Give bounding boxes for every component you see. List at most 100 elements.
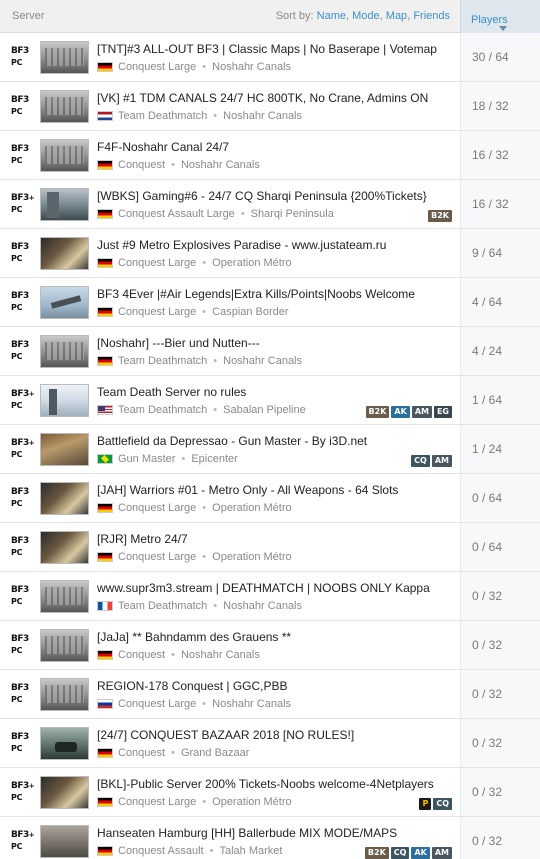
server-name[interactable]: [BKL]-Public Server 200% Tickets-Noobs w… xyxy=(97,777,447,792)
server-name[interactable]: Team Death Server no rules xyxy=(97,385,447,400)
map-thumbnail xyxy=(40,481,89,515)
game-mode: Conquest xyxy=(118,159,166,171)
server-row[interactable]: BF3+ PC Battlefield da Depressao - Gun M… xyxy=(0,425,540,474)
server-tag-badge: AK xyxy=(411,847,430,859)
server-row[interactable]: BF3 PC [Noshahr] ---Bier und Nutten--- T… xyxy=(0,327,540,376)
sort-by-friends-link[interactable]: Friends xyxy=(413,10,450,22)
server-tag-badge: AM xyxy=(411,406,432,418)
separator-dot: • xyxy=(202,502,207,514)
server-row[interactable]: BF3+ PC [WBKS] Gaming#6 - 24/7 CQ Sharqi… xyxy=(0,180,540,229)
country-flag-icon xyxy=(97,797,113,807)
bf3-pc-icon: BF3 PC xyxy=(11,681,29,707)
map-name: Caspian Border xyxy=(212,306,289,318)
server-name[interactable]: [WBKS] Gaming#6 - 24/7 CQ Sharqi Peninsu… xyxy=(97,189,447,204)
player-count: 0 / 32 xyxy=(460,719,540,767)
map-name: Sabalan Pipeline xyxy=(223,404,306,416)
country-flag-icon xyxy=(97,258,113,268)
server-name[interactable]: www.supr3m3.stream | DEATHMATCH | NOOBS … xyxy=(97,581,447,596)
game-label: BF3+ xyxy=(11,781,35,791)
server-name[interactable]: F4F-Noshahr Canal 24/7 xyxy=(97,140,447,155)
server-name[interactable]: [24/7] CONQUEST BAZAAR 2018 [NO RULES!] xyxy=(97,728,447,743)
map-name: Noshahr Canals xyxy=(223,110,302,122)
game-mode: Conquest Assault xyxy=(118,845,204,857)
bf3-pc-icon: BF3 PC xyxy=(11,338,29,364)
separator-dot: • xyxy=(209,845,214,857)
server-row[interactable]: BF3 PC REGION-178 Conquest | GGC,PBB Con… xyxy=(0,670,540,719)
server-info: REGION-178 Conquest | GGC,PBB Conquest L… xyxy=(97,678,460,710)
game-mode: Conquest Large xyxy=(118,306,197,318)
server-row[interactable]: BF3+ PC [BKL]-Public Server 200% Tickets… xyxy=(0,768,540,817)
server-list: BF3 PC [TNT]#3 ALL-OUT BF3 | Classic Map… xyxy=(0,33,540,859)
platform-label: PC xyxy=(11,646,23,655)
server-name[interactable]: [JaJa] ** Bahndamm des Grauens ** xyxy=(97,630,447,645)
platform-label: PC xyxy=(11,107,23,116)
server-row[interactable]: BF3 PC [TNT]#3 ALL-OUT BF3 | Classic Map… xyxy=(0,33,540,82)
server-name[interactable]: Hanseaten Hamburg [HH] Ballerbude MIX MO… xyxy=(97,826,447,841)
map-thumbnail xyxy=(40,726,89,760)
platform-label: PC xyxy=(11,205,23,214)
map-name: Operation Métro xyxy=(212,257,292,269)
server-tags: B2K CQ AK AM xyxy=(364,847,452,859)
server-meta: Conquest Large • Noshahr Canals xyxy=(97,61,460,73)
bf3-pc-icon: BF3 PC xyxy=(11,485,29,511)
game-label: BF3+ xyxy=(11,389,35,399)
server-meta: Conquest Large • Noshahr Canals xyxy=(97,698,460,710)
premium-plus-icon: + xyxy=(28,831,35,839)
server-name[interactable]: [Noshahr] ---Bier und Nutten--- xyxy=(97,336,447,351)
sort-by-mode-link[interactable]: Mode xyxy=(352,10,380,22)
server-info: [BKL]-Public Server 200% Tickets-Noobs w… xyxy=(97,776,460,808)
premium-plus-icon: + xyxy=(28,194,35,202)
game-label: BF3 xyxy=(11,291,29,301)
sort-by-map-link[interactable]: Map xyxy=(386,10,407,22)
server-name[interactable]: [RJR] Metro 24/7 xyxy=(97,532,447,547)
map-name: Noshahr Canals xyxy=(223,600,302,612)
country-flag-icon xyxy=(97,552,113,562)
server-row[interactable]: BF3 PC [VK] #1 TDM CANALS 24/7 HC 800TK,… xyxy=(0,82,540,131)
server-row[interactable]: BF3 PC [24/7] CONQUEST BAZAAR 2018 [NO R… xyxy=(0,719,540,768)
sort-descending-icon xyxy=(499,25,507,31)
game-label: BF3 xyxy=(11,340,29,350)
server-name[interactable]: [JAH] Warriors #01 - Metro Only - All We… xyxy=(97,483,447,498)
platform-badge: BF3+ PC xyxy=(0,779,40,805)
bf3-pc-icon: BF3+ PC xyxy=(11,779,35,805)
server-row[interactable]: BF3 PC BF3 4Ever |#Air Legends|Extra Kil… xyxy=(0,278,540,327)
server-row[interactable]: BF3 PC Just #9 Metro Explosives Paradise… xyxy=(0,229,540,278)
map-name: Noshahr Canals xyxy=(212,698,292,710)
game-label: BF3 xyxy=(11,487,29,497)
bf3-pc-icon: BF3+ PC xyxy=(11,828,35,854)
map-thumbnail xyxy=(40,40,89,74)
server-meta: Conquest Large • Operation Métro xyxy=(97,796,460,808)
game-label: BF3 xyxy=(11,634,29,644)
server-name[interactable]: Just #9 Metro Explosives Paradise - www.… xyxy=(97,238,447,253)
player-count: 18 / 32 xyxy=(460,82,540,130)
server-name[interactable]: REGION-178 Conquest | GGC,PBB xyxy=(97,679,447,694)
bf3-pc-icon: BF3 PC xyxy=(11,632,29,658)
server-row[interactable]: BF3+ PC Hanseaten Hamburg [HH] Ballerbud… xyxy=(0,817,540,859)
server-row[interactable]: BF3 PC [RJR] Metro 24/7 Conquest Large •… xyxy=(0,523,540,572)
server-meta: Team Deathmatch • Noshahr Canals xyxy=(97,355,460,367)
server-list-header: Server Sort by: Name, Mode, Map, Friends… xyxy=(0,0,540,33)
server-row[interactable]: BF3 PC [JAH] Warriors #01 - Metro Only -… xyxy=(0,474,540,523)
server-name[interactable]: Battlefield da Depressao - Gun Master - … xyxy=(97,434,447,449)
separator-dot: • xyxy=(181,453,186,465)
server-row[interactable]: BF3+ PC Team Death Server no rules Team … xyxy=(0,376,540,425)
server-row[interactable]: BF3 PC F4F-Noshahr Canal 24/7 Conquest •… xyxy=(0,131,540,180)
game-mode: Conquest xyxy=(118,747,166,759)
server-meta: Gun Master • Epicenter xyxy=(97,453,460,465)
platform-label: PC xyxy=(11,352,23,361)
separator-dot: • xyxy=(213,404,218,416)
server-name[interactable]: [VK] #1 TDM CANALS 24/7 HC 800TK, No Cra… xyxy=(97,91,447,106)
platform-badge: BF3+ PC xyxy=(0,436,40,462)
sort-by-name-link[interactable]: Name xyxy=(317,10,346,22)
map-thumbnail xyxy=(40,383,89,417)
server-column-header[interactable]: Server xyxy=(0,10,276,22)
game-label: BF3+ xyxy=(11,830,35,840)
player-count: 0 / 64 xyxy=(460,474,540,522)
server-name[interactable]: BF3 4Ever |#Air Legends|Extra Kills/Poin… xyxy=(97,287,447,302)
map-name: Epicenter xyxy=(191,453,238,465)
bf3-pc-icon: BF3 PC xyxy=(11,240,29,266)
players-column-header[interactable]: Players xyxy=(460,0,540,33)
server-row[interactable]: BF3 PC www.supr3m3.stream | DEATHMATCH |… xyxy=(0,572,540,621)
server-name[interactable]: [TNT]#3 ALL-OUT BF3 | Classic Maps | No … xyxy=(97,42,447,57)
server-row[interactable]: BF3 PC [JaJa] ** Bahndamm des Grauens **… xyxy=(0,621,540,670)
